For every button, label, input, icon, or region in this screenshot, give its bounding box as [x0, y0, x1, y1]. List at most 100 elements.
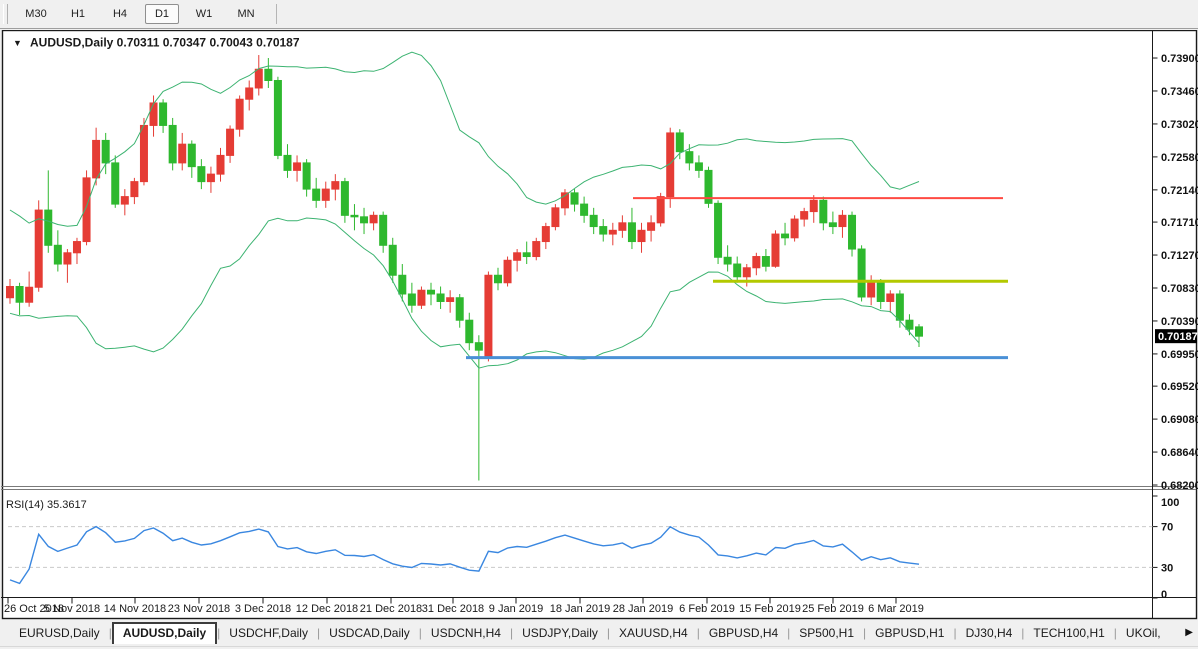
candle	[801, 212, 808, 219]
candle	[294, 163, 301, 170]
timeframe-toolbar: M30 H1 H4 D1 W1 MN	[0, 0, 1198, 29]
candle	[820, 200, 827, 222]
timeframe-buttons: M30 H1 H4 D1 W1 MN	[15, 4, 267, 24]
date-label: 3 Dec 2018	[235, 603, 291, 615]
date-label: 31 Dec 2018	[422, 603, 484, 615]
candle	[217, 155, 224, 174]
candle	[868, 283, 875, 297]
chart-tab-sp500-h1[interactable]: SP500,H1	[790, 623, 863, 643]
candle	[906, 320, 913, 329]
timeframe-button-w1[interactable]: W1	[187, 4, 221, 24]
chart-tabs: EURUSD,Daily|AUDUSD,Daily|USDCHF,Daily|U…	[10, 621, 1170, 645]
chart-tab-usdchf-daily[interactable]: USDCHF,Daily	[220, 623, 317, 643]
candle	[408, 294, 415, 305]
chart-tab-eurusd-daily[interactable]: EURUSD,Daily	[10, 623, 109, 643]
chart-tab-tech100-h1[interactable]: TECH100,H1	[1024, 623, 1113, 643]
candle	[399, 275, 406, 294]
chart-tab-dj30-h4[interactable]: DJ30,H4	[957, 623, 1022, 643]
candle	[849, 215, 856, 249]
date-label: 15 Feb 2019	[739, 603, 801, 615]
chart-tab-usdjpy-daily[interactable]: USDJPY,Daily	[513, 623, 607, 643]
price-label: 0.73020	[1161, 119, 1198, 131]
candle	[64, 253, 71, 264]
candle	[504, 260, 511, 282]
price-label: 0.71270	[1161, 250, 1198, 262]
timeframe-button-mn[interactable]: MN	[229, 4, 263, 24]
candle	[26, 287, 33, 302]
price-label: 0.68200	[1161, 480, 1198, 492]
candle	[284, 155, 291, 170]
candle	[380, 215, 387, 245]
candle	[782, 234, 789, 238]
date-label: 6 Feb 2019	[679, 603, 735, 615]
candle	[877, 283, 884, 302]
chart-tab-usdcad-daily[interactable]: USDCAD,Daily	[320, 623, 419, 643]
candle	[322, 189, 329, 200]
candle	[236, 99, 243, 129]
candle	[552, 208, 559, 227]
candle	[160, 103, 167, 125]
candle	[609, 230, 616, 234]
candle	[829, 223, 836, 227]
candle	[341, 182, 348, 216]
timeframe-button-h1[interactable]: H1	[61, 4, 95, 24]
timeframe-button-m30[interactable]: M30	[19, 4, 53, 24]
candle	[695, 163, 702, 170]
candle	[724, 257, 731, 264]
timeframe-button-h4[interactable]: H4	[103, 4, 137, 24]
candle	[179, 144, 186, 163]
candle	[753, 257, 760, 268]
chart-title-ohlc: AUDUSD,Daily 0.70311 0.70347 0.70043 0.7…	[30, 36, 300, 50]
candle	[83, 178, 90, 242]
candle	[839, 215, 846, 226]
candle	[896, 294, 903, 320]
candle	[73, 242, 80, 253]
chart-tab-gbpusd-h1[interactable]: GBPUSD,H1	[866, 623, 953, 643]
toolbar-grip-handle[interactable]	[3, 4, 8, 24]
candle	[715, 203, 722, 257]
candle	[265, 69, 272, 80]
candle	[810, 200, 817, 211]
candle	[628, 223, 635, 242]
candle	[207, 174, 214, 181]
rsi-label: RSI(14) 35.3617	[6, 499, 87, 511]
price-label: 0.70830	[1161, 283, 1198, 295]
candle	[887, 294, 894, 301]
chart-tab-usdcnh-h4[interactable]: USDCNH,H4	[422, 623, 510, 643]
candle	[447, 298, 454, 302]
candle	[102, 140, 109, 162]
candle	[494, 275, 501, 282]
chart-window[interactable]: 0.739000.734600.730200.725800.721400.717…	[0, 30, 1198, 620]
candle	[351, 215, 358, 216]
candle	[456, 298, 463, 320]
rsi-axis-label: 70	[1161, 522, 1173, 534]
date-label: 28 Jan 2019	[613, 603, 674, 615]
candle	[676, 133, 683, 152]
date-label: 14 Nov 2018	[104, 603, 166, 615]
tab-scroll-right-icon[interactable]: ▶	[1185, 627, 1193, 638]
candle	[475, 343, 482, 350]
date-label: 23 Nov 2018	[168, 603, 230, 615]
date-label: 21 Dec 2018	[360, 603, 422, 615]
candle	[370, 215, 377, 222]
candle	[762, 257, 769, 267]
chart-tab-ukoil-[interactable]: UKOil,	[1117, 623, 1170, 643]
chart-dropdown-icon[interactable]: ▼	[13, 38, 22, 48]
candle	[45, 210, 52, 245]
chart-tab-gbpusd-h4[interactable]: GBPUSD,H4	[700, 623, 787, 643]
candle	[466, 320, 473, 342]
rsi-axis-label: 30	[1161, 562, 1173, 574]
candle	[140, 125, 147, 181]
candle	[916, 327, 923, 336]
date-label: 25 Feb 2019	[802, 603, 864, 615]
candle	[657, 197, 664, 223]
candle	[389, 245, 396, 275]
chart-tab-audusd-daily[interactable]: AUDUSD,Daily	[112, 622, 217, 644]
price-label: 0.68640	[1161, 447, 1198, 459]
price-label: 0.69950	[1161, 349, 1198, 361]
date-label: 12 Dec 2018	[296, 603, 358, 615]
date-label: 6 Mar 2019	[868, 603, 924, 615]
candle	[581, 204, 588, 215]
timeframe-button-d1[interactable]: D1	[145, 4, 179, 24]
chart-tab-xauusd-h4[interactable]: XAUUSD,H4	[610, 623, 697, 643]
